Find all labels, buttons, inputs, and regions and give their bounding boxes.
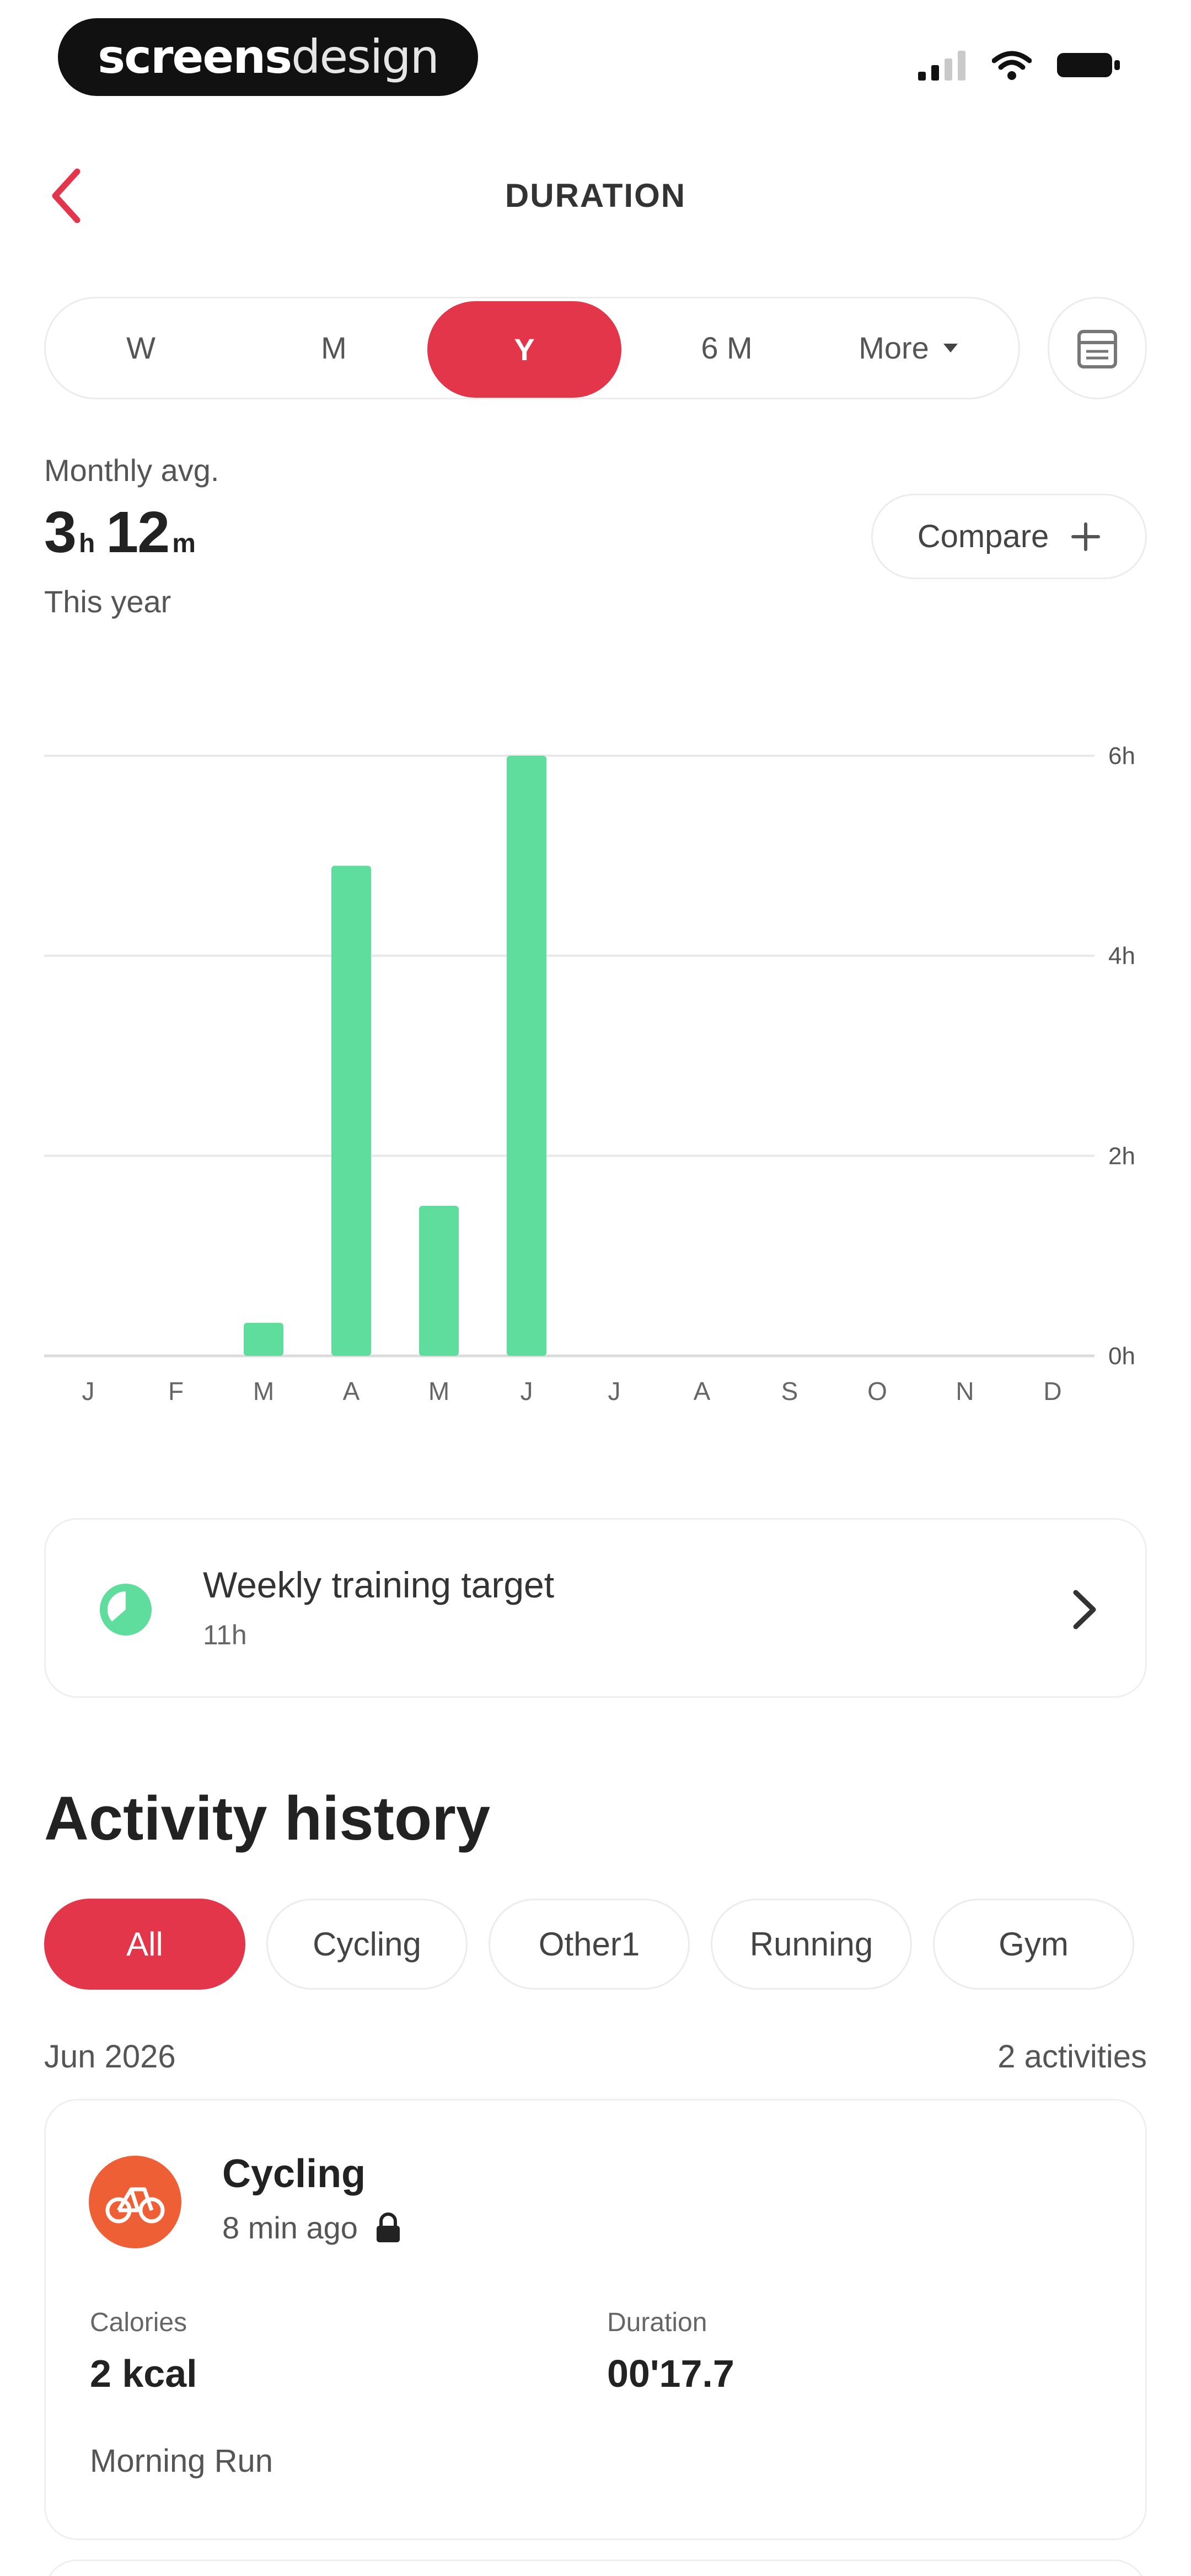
activity-title: Cycling <box>222 2152 366 2196</box>
duration-chart-svg: 0h 2h 4h 6h J F M A M J J A S O N D <box>44 742 1135 1405</box>
activity-time-ago: 8 min ago <box>222 2210 358 2245</box>
filter-running[interactable]: Running <box>711 1899 912 1990</box>
calories-value: 2 kcal <box>90 2352 197 2395</box>
wifi-icon <box>992 51 1032 80</box>
filter-all[interactable]: All <box>44 1899 245 1990</box>
filter-other1[interactable]: Other1 <box>489 1899 690 1990</box>
y-tick-label: 6h <box>1108 742 1135 769</box>
activity-time: 8 min ago <box>222 2210 402 2246</box>
cycling-activity-icon <box>89 2156 181 2248</box>
chart-bar[interactable] <box>244 1323 283 1356</box>
history-count: 2 activities <box>997 2039 1147 2075</box>
x-tick-label: A <box>694 1377 711 1405</box>
filter-gym[interactable]: Gym <box>933 1899 1134 1990</box>
calendar-button[interactable] <box>1048 297 1147 399</box>
duration-chart: 0h 2h 4h 6h J F M A M J J A S O N D <box>0 717 1191 1434</box>
x-tick-label: F <box>168 1377 184 1405</box>
compare-button[interactable]: Compare <box>871 494 1147 579</box>
summary-hours-unit: h <box>78 529 95 558</box>
chart-bar[interactable] <box>507 756 546 1356</box>
x-tick-label: M <box>253 1377 274 1405</box>
plus-icon <box>1071 522 1101 551</box>
cellular-signal-icon <box>918 51 965 81</box>
compare-label: Compare <box>917 519 1049 554</box>
tab-six-months[interactable]: 6 M <box>636 298 818 398</box>
tab-more[interactable]: More <box>818 298 1000 398</box>
activity-card[interactable]: Cycling 8 min ago Calories 2 kcal Durati… <box>44 2099 1147 2540</box>
activity-history-heading: Activity history <box>44 1784 491 1853</box>
nav-bar: DURATION <box>0 149 1191 243</box>
lock-icon <box>376 2212 400 2242</box>
y-tick-label: 4h <box>1108 943 1135 970</box>
x-tick-label: D <box>1043 1377 1061 1405</box>
tab-month[interactable]: M <box>264 298 404 398</box>
y-tick-label: 2h <box>1108 1142 1135 1169</box>
caret-down-icon <box>943 344 958 352</box>
page-title: DURATION <box>505 177 686 214</box>
battery-icon <box>1057 53 1120 77</box>
x-tick-label: J <box>608 1377 621 1405</box>
filter-cycling[interactable]: Cycling <box>266 1899 468 1990</box>
calendar-icon <box>1077 330 1117 368</box>
x-tick-label: J <box>82 1377 95 1405</box>
brand-logo: screensdesign <box>58 18 478 96</box>
summary-hours: 3 <box>44 500 77 565</box>
chart-bar[interactable] <box>331 865 371 1356</box>
x-tick-label: S <box>781 1377 798 1405</box>
chevron-right-icon <box>1073 1590 1096 1629</box>
x-tick-label: M <box>428 1377 449 1405</box>
target-progress-icon <box>100 1584 152 1636</box>
activity-name: Morning Run <box>90 2443 273 2479</box>
chart-bar[interactable] <box>419 1206 459 1356</box>
weekly-target-title: Weekly training target <box>203 1564 555 1605</box>
summary-period: This year <box>44 584 171 619</box>
summary-minutes-unit: m <box>172 529 196 558</box>
weekly-target-value: 11h <box>203 1620 247 1650</box>
status-bar: screensdesign <box>0 0 1191 116</box>
tab-more-label: More <box>859 330 929 365</box>
x-tick-label: J <box>521 1377 533 1405</box>
bicycle-icon <box>105 2187 165 2224</box>
tab-year[interactable]: Y <box>427 301 621 398</box>
calories-label: Calories <box>90 2308 187 2337</box>
summary-value: 3 h 12 m <box>44 499 207 566</box>
status-icons <box>918 49 1122 82</box>
tab-week[interactable]: W <box>71 298 211 398</box>
summary-minutes: 12 <box>106 500 170 565</box>
y-tick-label: 0h <box>1108 1343 1135 1370</box>
history-month: Jun 2026 <box>44 2039 176 2075</box>
x-tick-label: N <box>956 1377 974 1405</box>
weekly-target-card[interactable]: Weekly training target 11h <box>44 1518 1147 1698</box>
x-tick-label: O <box>867 1377 887 1405</box>
x-tick-label: A <box>343 1377 360 1405</box>
period-selector: W M Y 6 M More <box>44 297 1020 399</box>
duration-value: 00'17.7 <box>607 2352 734 2395</box>
summary-label: Monthly avg. <box>44 453 219 488</box>
activity-card-next[interactable] <box>44 2559 1147 2576</box>
duration-label: Duration <box>607 2308 707 2337</box>
